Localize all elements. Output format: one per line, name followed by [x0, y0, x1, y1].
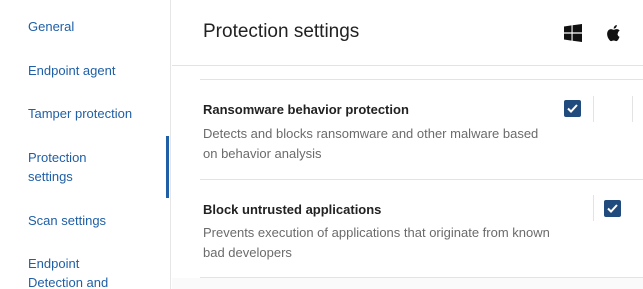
divider — [200, 277, 643, 278]
setting-title-ransomware: Ransomware behavior protection — [203, 102, 409, 117]
sidebar-item-general[interactable]: General — [28, 17, 158, 36]
page-header: Protection settings — [172, 0, 643, 66]
settings-card: Ransomware behavior protection Detects a… — [172, 66, 643, 278]
column-divider — [593, 96, 594, 122]
ransomware-protection-checkbox[interactable] — [564, 100, 581, 117]
settings-content: Ransomware behavior protection Detects a… — [172, 66, 643, 289]
sidebar-item-protection-settings[interactable]: Protection settings — [28, 148, 158, 186]
sidebar-item-tamper-protection[interactable]: Tamper protection — [28, 104, 158, 123]
untrusted-apps-checkbox[interactable] — [604, 200, 621, 217]
divider — [200, 179, 643, 180]
sidebar: General Endpoint agent Tamper protection… — [0, 0, 171, 289]
page-title: Protection settings — [203, 21, 360, 42]
windows-icon[interactable] — [564, 24, 582, 42]
setting-description-ransomware: Detects and blocks ransomware and other … — [203, 126, 539, 161]
sidebar-item-scan-settings[interactable]: Scan settings — [28, 211, 158, 230]
apple-icon[interactable] — [605, 24, 623, 42]
column-divider — [593, 195, 594, 221]
setting-title-untrusted-apps: Block untrusted applications — [203, 202, 382, 217]
sidebar-item-endpoint-agent[interactable]: Endpoint agent — [28, 61, 158, 80]
divider — [200, 79, 643, 80]
sidebar-active-indicator — [166, 136, 169, 198]
column-divider — [632, 96, 633, 122]
main-panel: Protection settings Ransomware behavior … — [172, 0, 643, 289]
setting-description-untrusted-apps: Prevents execution of applications that … — [203, 225, 550, 260]
sidebar-item-endpoint-detection[interactable]: Endpoint Detection and — [28, 254, 158, 289]
